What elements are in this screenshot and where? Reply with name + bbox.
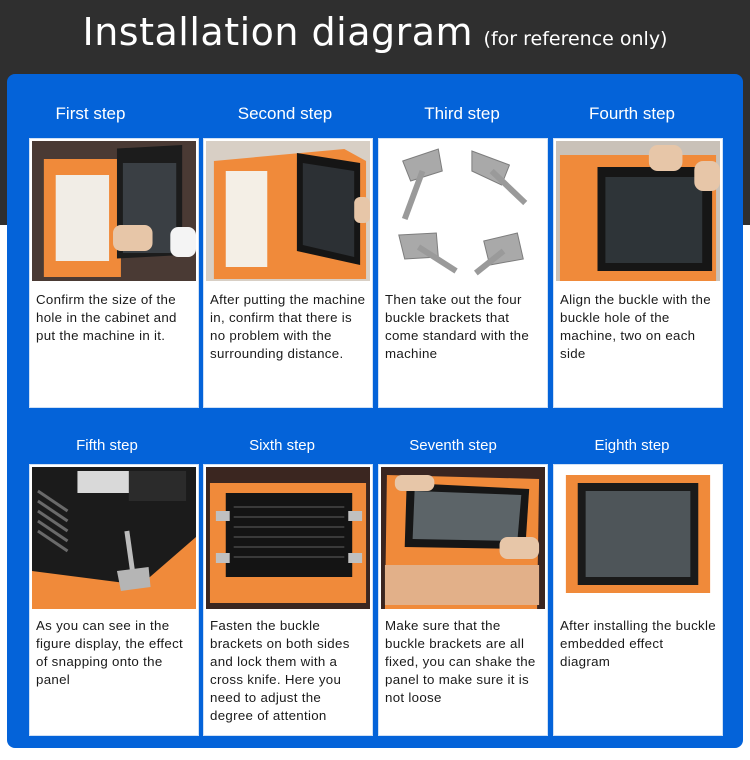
align-buckle-photo	[556, 141, 720, 281]
step-4-label: Fourth step	[589, 104, 675, 123]
step-7-label: Seventh step	[409, 437, 497, 454]
step-5-description: As you can see in the figure display, th…	[36, 618, 184, 687]
step-7-card: Make sure that the buckle brackets are a…	[378, 464, 548, 736]
shake-panel-photo	[381, 467, 545, 609]
step-2-card: After putting the machine in, confirm th…	[203, 138, 373, 408]
step-6-label: Sixth step	[249, 437, 315, 454]
embedded-effect-photo	[556, 467, 720, 609]
fasten-brackets-photo	[206, 467, 370, 609]
step-3-label: Third step	[424, 104, 500, 123]
step-4-card: Align the buckle with the buckle hole of…	[553, 138, 723, 408]
step-8-card: After installing the buckle embedded eff…	[553, 464, 723, 736]
step-6-description: Fasten the buckle brackets on both sides…	[210, 618, 350, 723]
step-1-description: Confirm the size of the hole in the cabi…	[36, 292, 177, 343]
step-5-label: Fifth step	[76, 437, 138, 454]
step-3-card: Then take out the four buckle brackets t…	[378, 138, 548, 408]
machine-in-cabinet-photo	[206, 141, 370, 281]
step-1-card: Confirm the size of the hole in the cabi…	[29, 138, 199, 408]
step-8-label: Eighth step	[594, 437, 670, 454]
step-2-label: Second step	[237, 104, 333, 123]
title-main: Installation diagram	[82, 10, 474, 54]
step-2-description: After putting the machine in, confirm th…	[210, 292, 366, 361]
step-1-label: First step	[55, 104, 126, 123]
step-5-card: As you can see in the figure display, th…	[29, 464, 199, 736]
machine-into-cabinet-photo	[32, 141, 196, 281]
page-title: Installation diagram (for reference only…	[0, 10, 750, 54]
step-4-description: Align the buckle with the buckle hole of…	[560, 292, 711, 361]
step-3-description: Then take out the four buckle brackets t…	[385, 292, 530, 361]
step-7-description: Make sure that the buckle brackets are a…	[385, 618, 536, 705]
title-subtitle: (for reference only)	[483, 28, 668, 50]
step-8-description: After installing the buckle embedded eff…	[560, 618, 716, 669]
buckle-brackets-photo	[381, 141, 545, 281]
snap-onto-panel-photo	[32, 467, 196, 609]
step-6-card: Fasten the buckle brackets on both sides…	[203, 464, 373, 736]
